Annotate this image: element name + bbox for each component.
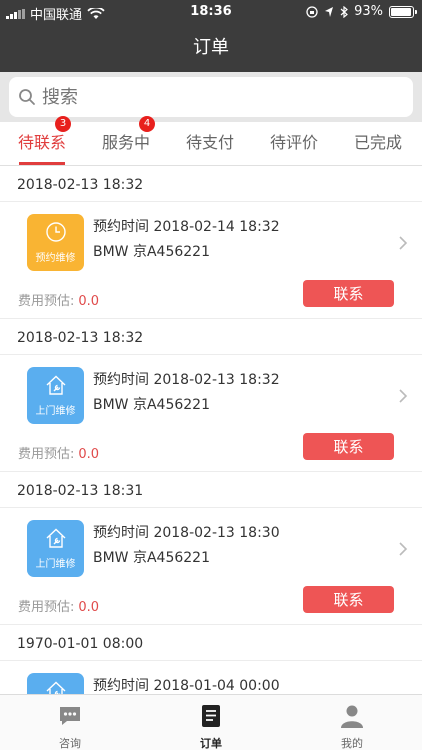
appointment-time: 预约时间 2018-02-14 18:32 (93, 219, 280, 235)
bluetooth-icon (340, 5, 349, 18)
order-item[interactable]: 2018-02-13 18:32 上门维修 预约时间 2018-02-13 18:3… (0, 319, 422, 472)
profile-icon (341, 705, 363, 728)
tabbar-item-0[interactable]: 咨询 (0, 695, 140, 750)
search-icon (19, 89, 35, 105)
tab-label: 待评价 (269, 133, 318, 152)
battery-level (391, 7, 411, 16)
service-type-label: 上门维修 (35, 406, 76, 417)
service-type-badge: 上门维修 (27, 367, 84, 424)
order-item[interactable]: 2018-02-13 18:32 预约维修 预约时间 2018-02-14 18:3… (0, 166, 422, 319)
battery-icon (389, 5, 417, 18)
status-tabs: 待联系 3 服务中 4 待支付 待评价 已完成 (0, 116, 422, 166)
order-date: 1970-01-01 08:00 (0, 625, 422, 661)
fee-label: 费用预估: (18, 600, 75, 615)
rotation-lock-icon (306, 5, 318, 18)
tabbar-label: 咨询 (59, 737, 81, 750)
tabbar-item-2[interactable]: 我的 (282, 695, 422, 750)
order-body[interactable]: 上门维修预约时间 2018-01-04 00:00 (0, 661, 422, 694)
chat-icon (60, 707, 80, 725)
chevron-right-icon (399, 389, 408, 403)
search-input[interactable] (42, 86, 342, 108)
order-body[interactable]: 预约维修 预约时间 2018-02-14 18:32 BMW 京A456221 费用预… (0, 202, 422, 318)
order-item[interactable]: 2018-02-13 18:31 上门维修 预约时间 2018-02-13 18:3… (0, 472, 422, 625)
car-plate: BMW 京A456221 (93, 244, 210, 260)
chevron-right-icon (399, 542, 408, 556)
tab-label: 待联系 (17, 133, 66, 152)
service-type-badge: 预约维修 (27, 214, 84, 271)
house-wrench-icon (46, 681, 65, 694)
active-tab-indicator (19, 162, 65, 165)
contact-button[interactable]: 联系 (303, 280, 394, 307)
tab-1[interactable]: 服务中 4 (84, 116, 168, 166)
tab-label: 待支付 (185, 133, 234, 152)
contact-button[interactable]: 联系 (303, 433, 394, 460)
bottom-tab-bar: 咨询 订单 我的 (0, 694, 422, 750)
tab-count-badge: 3 (55, 116, 71, 132)
order-date: 2018-02-13 18:32 (0, 319, 422, 355)
search-bar (0, 72, 422, 122)
service-type-badge: 上门维修 (27, 520, 84, 577)
orders-icon (202, 705, 220, 727)
tab-4[interactable]: 已完成 (336, 122, 420, 166)
tabbar-label: 我的 (341, 737, 363, 750)
fee-amount: 0.0 (78, 447, 100, 462)
fee-amount: 0.0 (78, 600, 100, 615)
appointment-time: 预约时间 2018-01-04 00:00 (93, 678, 280, 694)
appointment-time: 预约时间 2018-02-13 18:32 (93, 372, 280, 388)
chevron-right-icon (399, 236, 408, 250)
tab-3[interactable]: 待评价 (252, 122, 336, 166)
fee-amount: 0.0 (78, 294, 100, 309)
order-body[interactable]: 上门维修 预约时间 2018-02-13 18:32 BMW 京A456221 费用预… (0, 355, 422, 471)
appointment-time: 预约时间 2018-02-13 18:30 (93, 525, 280, 541)
fee-label: 费用预估: (18, 294, 75, 309)
house-wrench-icon (46, 528, 65, 548)
order-body[interactable]: 上门维修 预约时间 2018-02-13 18:30 BMW 京A456221 费用预… (0, 508, 422, 624)
house-wrench-icon (46, 375, 65, 395)
tab-label: 服务中 (101, 133, 150, 152)
fee-estimate: 费用预估: 0.0 (18, 290, 99, 309)
order-date: 2018-02-13 18:32 (0, 166, 422, 202)
tab-0[interactable]: 待联系 3 (0, 116, 84, 166)
tab-2[interactable]: 待支付 (168, 122, 252, 166)
service-type-label: 预约维修 (35, 253, 76, 264)
tabbar-item-1[interactable]: 订单 (141, 695, 281, 750)
order-item[interactable]: 1970-01-01 08:00上门维修预约时间 2018-01-04 00:0… (0, 625, 422, 694)
contact-button[interactable]: 联系 (303, 586, 394, 613)
search-box[interactable] (9, 77, 413, 117)
tab-label: 已完成 (353, 133, 402, 152)
order-list: 2018-02-13 18:32 预约维修 预约时间 2018-02-14 18:3… (0, 166, 422, 694)
location-icon (325, 6, 334, 17)
battery-percent: 93% (354, 4, 383, 19)
car-plate: BMW 京A456221 (93, 397, 210, 413)
tab-count-badge: 4 (139, 116, 155, 132)
status-bar: 中国联通 18:36 93% (0, 0, 422, 24)
fee-estimate: 费用预估: 0.0 (18, 443, 99, 462)
clock-icon (45, 222, 66, 242)
order-date: 2018-02-13 18:31 (0, 472, 422, 508)
fee-estimate: 费用预估: 0.0 (18, 596, 99, 615)
page-title: 订单 (0, 24, 422, 72)
fee-label: 费用预估: (18, 447, 75, 462)
service-type-label: 上门维修 (35, 559, 76, 570)
car-plate: BMW 京A456221 (93, 550, 210, 566)
status-right: 93% (306, 4, 417, 19)
service-type-badge: 上门维修 (27, 673, 84, 694)
tabbar-label: 订单 (200, 737, 222, 750)
